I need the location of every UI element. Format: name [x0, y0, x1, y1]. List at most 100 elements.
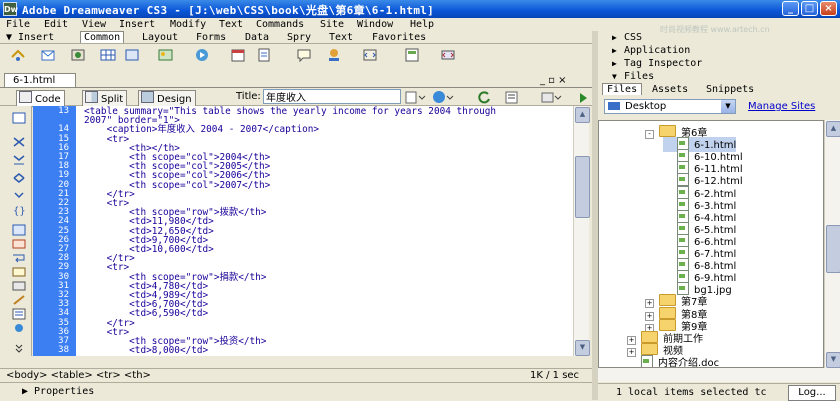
menu-site[interactable]: Site	[320, 18, 344, 31]
scroll-down-arrow[interactable]: ▼	[826, 352, 840, 368]
tree-item-label: 内容介绍.doc	[658, 357, 720, 368]
document-title-input[interactable]	[263, 89, 401, 104]
server-side-include-icon[interactable]	[256, 47, 272, 63]
chevron-down-icon[interactable]: ▼	[721, 100, 735, 113]
validate-icon[interactable]	[578, 92, 588, 104]
image-icon[interactable]	[158, 47, 174, 63]
maximize-button[interactable]: □	[801, 1, 818, 16]
document-title-label: Title:	[236, 91, 261, 102]
file-tree-scrollbar[interactable]: ▲ ▼	[824, 120, 840, 368]
tag-inspector-panel-label: Tag Inspector	[624, 58, 703, 69]
scroll-down-arrow[interactable]: ▼	[575, 340, 590, 356]
collapse-icon[interactable]: -	[645, 130, 654, 139]
download-size-info: 1K / 1 sec	[530, 370, 580, 381]
word-wrap-icon[interactable]	[12, 252, 26, 264]
file-tree[interactable]: - 第6章 6-1.html 6-10.html 6-11.html 6-12.html 6…	[598, 120, 824, 368]
log-button[interactable]: Log...	[788, 385, 836, 401]
table-icon[interactable]	[100, 47, 116, 63]
open-documents-icon[interactable]	[12, 112, 26, 124]
balance-braces-icon[interactable]: {}	[12, 204, 26, 216]
tag-inspector-panel-header[interactable]: ▶ Tag Inspector	[598, 57, 840, 71]
properties-panel-header[interactable]: ▶ Properties	[0, 382, 592, 400]
email-link-icon[interactable]	[40, 47, 56, 63]
menu-view[interactable]: View	[82, 18, 106, 31]
tab-assets[interactable]: Assets	[652, 84, 688, 95]
split-view-button[interactable]: Split	[82, 90, 128, 107]
split-view-label: Split	[101, 94, 124, 105]
tab-snippets[interactable]: Snippets	[706, 84, 754, 95]
collapse-tag-icon[interactable]	[12, 136, 26, 148]
application-panel-label: Application	[624, 45, 691, 56]
wrap-tag-icon[interactable]	[12, 294, 26, 306]
design-view-icon	[141, 91, 154, 103]
insert-tab-layout[interactable]: Layout	[142, 32, 178, 43]
file-management-icon[interactable]	[404, 90, 426, 105]
scroll-up-arrow[interactable]: ▲	[575, 107, 590, 123]
site-select[interactable]: Desktop ▼	[604, 99, 736, 114]
manage-sites-link[interactable]: Manage Sites	[748, 101, 815, 112]
insert-panel-toggle[interactable]: ▼ Insert	[6, 32, 54, 43]
select-parent-tag-icon[interactable]	[12, 190, 26, 202]
head-icon[interactable]	[326, 47, 342, 63]
code-vertical-scrollbar[interactable]: ▲ ▼	[573, 106, 590, 356]
watermark: 时尚视频教程 www.artech.cn	[660, 25, 770, 34]
insert-tab-favorites[interactable]: Favorites	[372, 32, 426, 43]
script-icon[interactable]	[362, 47, 378, 63]
menu-help[interactable]: Help	[410, 18, 434, 31]
menu-insert[interactable]: Insert	[119, 18, 155, 31]
file-tree-scroll-thumb[interactable]	[826, 225, 840, 273]
insert-tab-data[interactable]: Data	[245, 32, 269, 43]
menu-edit[interactable]: Edit	[44, 18, 68, 31]
design-view-button[interactable]: Design	[138, 90, 196, 107]
tab-files[interactable]: Files	[602, 83, 643, 95]
view-options-icon[interactable]	[504, 90, 526, 105]
line-numbers-icon[interactable]	[12, 224, 26, 236]
remove-comment-icon[interactable]	[12, 280, 26, 292]
div-icon[interactable]	[124, 47, 140, 63]
code-editor[interactable]: <table summary="This table shows the yea…	[76, 106, 573, 356]
menu-commands[interactable]: Commands	[256, 18, 304, 31]
tag-selector[interactable]: <body> <table> <tr> <th>	[6, 370, 151, 381]
templates-icon[interactable]	[404, 47, 420, 63]
minimize-button[interactable]: _	[782, 1, 799, 16]
close-button[interactable]: ×	[820, 1, 837, 16]
toolbar-more-icon[interactable]	[12, 342, 26, 354]
document-tab[interactable]: 6-1.html	[4, 73, 76, 87]
preview-browser-icon[interactable]	[432, 90, 454, 105]
file-tree-horizontal-scrollbar[interactable]	[598, 368, 840, 382]
recent-snippets-icon[interactable]	[12, 308, 26, 320]
application-panel-header[interactable]: ▶ Application	[598, 44, 840, 58]
hyperlink-icon[interactable]	[10, 47, 26, 63]
code-scroll-thumb[interactable]	[575, 156, 590, 218]
menu-text[interactable]: Text	[219, 18, 243, 31]
highlight-invalid-code-icon[interactable]	[12, 238, 26, 250]
apply-comment-icon[interactable]	[12, 266, 26, 278]
folder-icon	[641, 330, 658, 343]
line-number: 13	[58, 106, 69, 116]
named-anchor-icon[interactable]	[70, 47, 86, 63]
insert-tab-spry[interactable]: Spry	[287, 32, 311, 43]
menu-window[interactable]: Window	[357, 18, 393, 31]
insert-tab-forms[interactable]: Forms	[196, 32, 226, 43]
date-icon[interactable]	[230, 47, 246, 63]
media-icon[interactable]	[194, 47, 210, 63]
move-css-icon[interactable]	[12, 322, 26, 334]
code-view-button[interactable]: Code	[16, 90, 65, 107]
refresh-icon[interactable]	[476, 90, 492, 105]
collapse-selection-icon[interactable]	[12, 154, 26, 166]
insert-tab-text[interactable]: Text	[329, 32, 353, 43]
insert-tab-common[interactable]: Common	[80, 31, 125, 43]
scroll-up-arrow[interactable]: ▲	[826, 121, 840, 137]
file-icon	[677, 185, 689, 199]
comment-icon[interactable]	[296, 47, 312, 63]
visual-aids-icon[interactable]	[540, 90, 562, 105]
document-window-controls[interactable]: _ ▫ ×	[540, 75, 567, 86]
folder-icon	[641, 342, 658, 355]
expand-all-icon[interactable]	[12, 172, 26, 184]
tree-file-item[interactable]: 内容介绍.doc	[627, 354, 720, 368]
file-icon	[677, 282, 689, 296]
menu-modify[interactable]: Modify	[170, 18, 206, 31]
tag-chooser-icon[interactable]	[440, 47, 456, 63]
menu-file[interactable]: File	[6, 18, 30, 31]
files-panel-header[interactable]: ▼ Files	[598, 70, 840, 84]
